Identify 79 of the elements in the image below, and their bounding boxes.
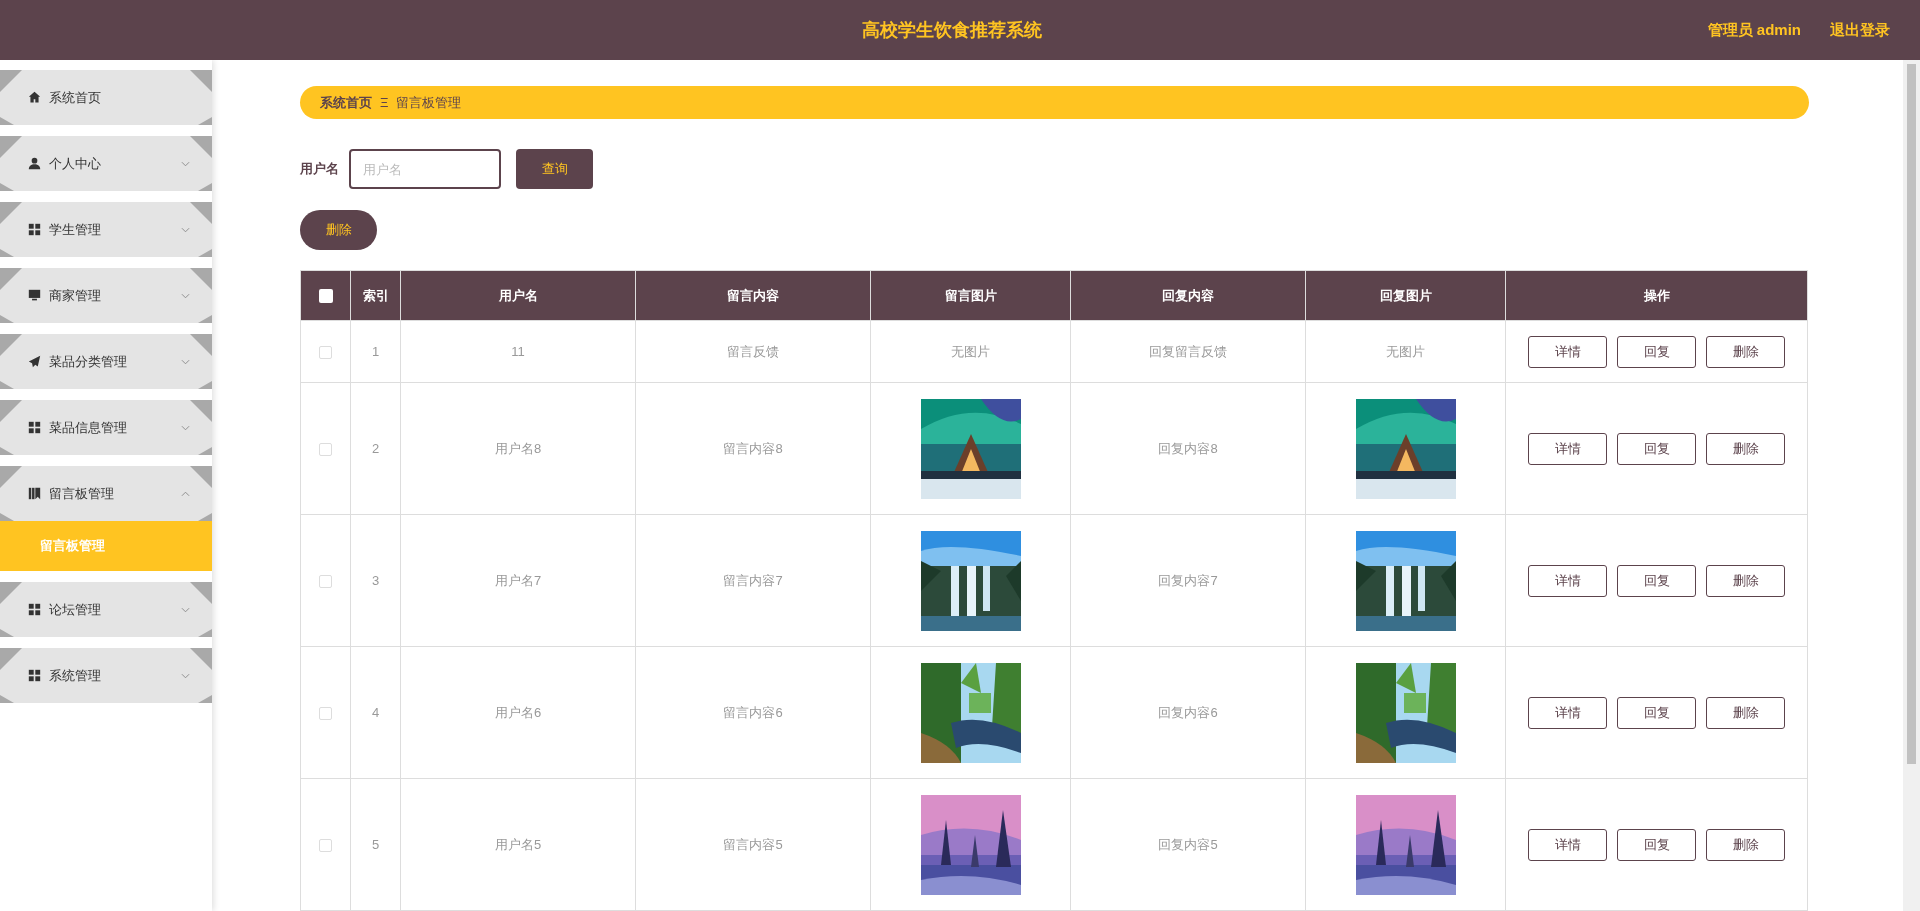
action-button[interactable]: 删除	[1706, 335, 1785, 368]
index-cell: 5	[371, 836, 380, 852]
action-button[interactable]: 回复	[1617, 335, 1696, 368]
index-cell: 1	[371, 343, 380, 359]
message-cell: 留言内容8	[723, 440, 783, 456]
scrollbar[interactable]	[1903, 60, 1920, 911]
column-header: 留言内容	[635, 270, 871, 321]
column-header: 索引	[350, 270, 401, 321]
grid-icon	[28, 421, 41, 434]
username-search-field[interactable]: 用户名	[349, 149, 501, 189]
column-header: 回复图片	[1305, 270, 1506, 321]
select-all-checkbox[interactable]	[318, 289, 333, 304]
reply-cell: 回复留言反馈	[1149, 343, 1227, 359]
user-icon	[28, 157, 41, 170]
index-cell: 4	[371, 704, 380, 720]
action-button[interactable]: 详情	[1528, 335, 1607, 368]
action-button[interactable]: 回复	[1617, 564, 1696, 597]
action-button[interactable]: 详情	[1528, 432, 1607, 465]
column-header: 留言图片	[870, 270, 1071, 321]
reply-cell: 回复内容6	[1158, 704, 1218, 720]
action-button[interactable]: 回复	[1617, 432, 1696, 465]
reply-cell: 回复内容7	[1158, 572, 1218, 588]
reply-cell: 回复内容8	[1158, 440, 1218, 456]
sidebar-menu-item[interactable]: 系统管理	[0, 648, 212, 703]
username-cell: 用户名7	[494, 572, 542, 588]
action-button[interactable]: 详情	[1528, 828, 1607, 861]
action-button[interactable]: 删除	[1706, 828, 1785, 861]
sidebar-menu-item[interactable]: 学生管理	[0, 202, 212, 257]
no-image-text: 无图片	[951, 343, 990, 359]
sidebar-menu-item[interactable]: 菜品分类管理	[0, 334, 212, 389]
book-icon	[28, 487, 41, 500]
home-icon	[28, 91, 41, 104]
no-image-text: 无图片	[1386, 343, 1425, 359]
sidebar-menu-item[interactable]: 商家管理	[0, 268, 212, 323]
breadcrumb-link[interactable]: 系统首页	[320, 92, 372, 113]
index-cell: 3	[371, 572, 380, 588]
action-button[interactable]: 删除	[1706, 696, 1785, 729]
user-label: 管理员 admin	[1707, 19, 1801, 40]
grid-icon	[28, 603, 41, 616]
column-header: 操作	[1505, 270, 1808, 321]
breadcrumb-current: 留言板管理	[396, 93, 462, 112]
sidebar-menu-item[interactable]: 个人中心	[0, 136, 212, 191]
sidebar-menu-item[interactable]: 论坛管理	[0, 582, 212, 637]
grid-icon	[28, 669, 41, 682]
action-button[interactable]: 删除	[1706, 432, 1785, 465]
row-checkbox[interactable]	[319, 706, 332, 720]
row-checkbox[interactable]	[319, 345, 332, 359]
row-checkbox[interactable]	[319, 838, 332, 852]
message-cell: 留言反馈	[727, 343, 779, 359]
username-cell: 用户名6	[494, 704, 542, 720]
delete-button[interactable]: 删除	[300, 210, 377, 250]
action-button[interactable]: 删除	[1706, 564, 1785, 597]
query-button[interactable]: 查询	[516, 149, 593, 189]
username-cell: 用户名5	[494, 836, 542, 852]
message-cell: 留言内容7	[723, 572, 783, 588]
row-checkbox[interactable]	[319, 574, 332, 588]
sidebar-menu-item[interactable]: 系统首页	[0, 70, 212, 125]
column-header: 用户名	[400, 270, 636, 321]
logout-link[interactable]: 退出登录	[1830, 18, 1890, 42]
column-header: 回复内容	[1070, 270, 1306, 321]
row-checkbox[interactable]	[319, 442, 332, 456]
message-cell: 留言内容5	[723, 836, 783, 852]
sidebar-menu-item[interactable]: 留言板管理	[0, 466, 212, 521]
sidebar-menu-item[interactable]: 菜品信息管理	[0, 400, 212, 455]
app-title: 高校学生饮食推荐系统	[861, 18, 1042, 42]
breadcrumb-separator: Ξ	[380, 93, 389, 112]
grid-icon	[28, 223, 41, 236]
reply-cell: 回复内容5	[1158, 836, 1218, 852]
paper-plane-icon	[28, 355, 41, 368]
username-cell: 用户名8	[494, 440, 542, 456]
action-button[interactable]: 回复	[1617, 828, 1696, 861]
username-cell: 11	[511, 343, 525, 359]
action-button[interactable]: 详情	[1528, 696, 1607, 729]
search-label: 用户名	[300, 160, 339, 179]
message-cell: 留言内容6	[723, 704, 783, 720]
action-button[interactable]: 详情	[1528, 564, 1607, 597]
monitor-icon	[28, 289, 41, 302]
action-button[interactable]: 回复	[1617, 696, 1696, 729]
index-cell: 2	[371, 440, 380, 456]
